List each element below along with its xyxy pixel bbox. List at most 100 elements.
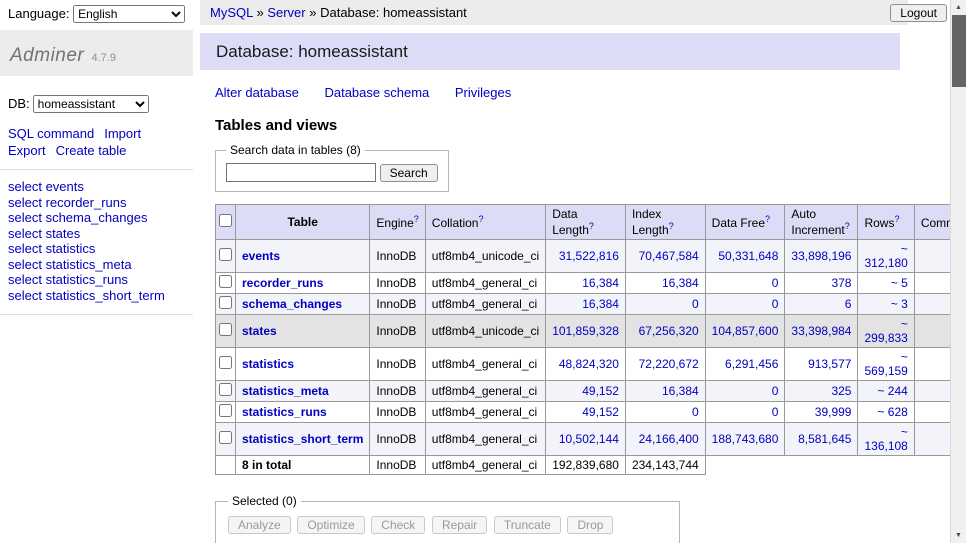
check-button[interactable]: Check: [371, 516, 425, 534]
sql-command-link[interactable]: SQL command: [8, 126, 94, 141]
rows-link[interactable]: ~ 5: [891, 276, 908, 290]
row-checkbox[interactable]: [219, 275, 232, 288]
row-checkbox[interactable]: [219, 323, 232, 336]
data-length-link[interactable]: 49,152: [582, 405, 619, 419]
column-help-link[interactable]: ?: [845, 221, 850, 231]
privileges-link[interactable]: Privileges: [455, 85, 511, 100]
rows-link[interactable]: ~ 628: [877, 405, 907, 419]
data-length-link[interactable]: 48,824,320: [559, 357, 619, 371]
sidebar-table-link[interactable]: select statistics_meta: [8, 257, 132, 272]
rows-link[interactable]: ~ 312,180: [864, 242, 907, 270]
rows-link[interactable]: ~ 569,159: [864, 350, 907, 378]
index-length-link[interactable]: 16,384: [662, 384, 699, 398]
table-row: schema_changesInnoDButf8mb4_general_ci16…: [216, 294, 966, 315]
data-length-link[interactable]: 10,502,144: [559, 432, 619, 446]
breadcrumb-item[interactable]: Server: [267, 5, 305, 20]
table-name-link[interactable]: recorder_runs: [242, 276, 323, 290]
scrollbar[interactable]: ▲ ▼: [950, 0, 966, 543]
index-length-link[interactable]: 72,220,672: [639, 357, 699, 371]
rows-link[interactable]: ~ 244: [877, 384, 907, 398]
row-checkbox[interactable]: [219, 383, 232, 396]
auto-increment-link[interactable]: 33,898,196: [791, 249, 851, 263]
data-free-link[interactable]: 0: [772, 276, 779, 290]
auto-increment-link[interactable]: 378: [831, 276, 851, 290]
data-length-link[interactable]: 101,859,328: [552, 324, 619, 338]
data-free-link[interactable]: 6,291,456: [725, 357, 778, 371]
total-collation-cell: utf8mb4_general_ci: [425, 456, 545, 475]
table-name-link[interactable]: statistics_runs: [242, 405, 327, 419]
auto-increment-link[interactable]: 913,577: [808, 357, 851, 371]
sidebar-table-link[interactable]: select events: [8, 179, 84, 194]
data-free-link[interactable]: 104,857,600: [712, 324, 779, 338]
database-schema-link[interactable]: Database schema: [324, 85, 429, 100]
row-checkbox[interactable]: [219, 404, 232, 417]
scrollbar-up-icon[interactable]: ▲: [951, 0, 966, 15]
search-input[interactable]: [226, 163, 376, 182]
repair-button[interactable]: Repair: [432, 516, 487, 534]
import-link[interactable]: Import: [104, 126, 141, 141]
column-help-link[interactable]: ?: [669, 221, 674, 231]
column-help-link[interactable]: ?: [478, 214, 483, 224]
index-length-link[interactable]: 70,467,584: [639, 249, 699, 263]
data-free-link[interactable]: 0: [772, 405, 779, 419]
index-length-link[interactable]: 0: [692, 297, 699, 311]
truncate-button[interactable]: Truncate: [494, 516, 561, 534]
table-name-link[interactable]: schema_changes: [242, 297, 342, 311]
breadcrumb-separator: »: [306, 5, 320, 20]
row-checkbox[interactable]: [219, 356, 232, 369]
create-table-link-sidebar[interactable]: Create table: [56, 143, 127, 158]
row-checkbox[interactable]: [219, 296, 232, 309]
sidebar-table-link[interactable]: select states: [8, 226, 80, 241]
table-header-row: TableEngine?Collation?Data Length?Index …: [216, 205, 966, 240]
select-all-checkbox[interactable]: [219, 214, 232, 227]
search-button[interactable]: Search: [380, 164, 438, 182]
rows-link[interactable]: ~ 136,108: [864, 425, 907, 453]
column-help-link[interactable]: ?: [414, 214, 419, 224]
optimize-button[interactable]: Optimize: [297, 516, 364, 534]
table-name-link[interactable]: statistics_short_term: [242, 432, 363, 446]
scrollbar-thumb[interactable]: [952, 15, 966, 87]
index-length-link[interactable]: 16,384: [662, 276, 699, 290]
alter-database-link[interactable]: Alter database: [215, 85, 299, 100]
sidebar-table-link[interactable]: select schema_changes: [8, 210, 147, 225]
db-select[interactable]: homeassistant: [33, 95, 149, 113]
column-help-link[interactable]: ?: [894, 214, 899, 224]
drop-button[interactable]: Drop: [567, 516, 613, 534]
auto-increment-link[interactable]: 325: [831, 384, 851, 398]
sidebar-table-link[interactable]: select statistics: [8, 241, 95, 256]
table-name-link[interactable]: states: [242, 324, 277, 338]
data-length-link[interactable]: 16,384: [582, 297, 619, 311]
sidebar-table-link[interactable]: select recorder_runs: [8, 195, 127, 210]
analyze-button[interactable]: Analyze: [228, 516, 291, 534]
scrollbar-down-icon[interactable]: ▼: [951, 528, 966, 543]
data-free-link[interactable]: 0: [772, 384, 779, 398]
export-link[interactable]: Export: [8, 143, 46, 158]
data-length-link[interactable]: 31,522,816: [559, 249, 619, 263]
data-free-link[interactable]: 188,743,680: [712, 432, 779, 446]
column-help-link[interactable]: ?: [765, 214, 770, 224]
table-name-link[interactable]: statistics: [242, 357, 294, 371]
auto-increment-link[interactable]: 39,999: [815, 405, 852, 419]
index-length-link[interactable]: 24,166,400: [639, 432, 699, 446]
logout-button[interactable]: Logout: [890, 4, 947, 22]
data-free-link[interactable]: 50,331,648: [718, 249, 778, 263]
data-free-link[interactable]: 0: [772, 297, 779, 311]
sidebar-table-link[interactable]: select statistics_runs: [8, 272, 128, 287]
auto-increment-link[interactable]: 8,581,645: [798, 432, 851, 446]
data-length-link[interactable]: 16,384: [582, 276, 619, 290]
index-length-link[interactable]: 0: [692, 405, 699, 419]
table-name-link[interactable]: statistics_meta: [242, 384, 329, 398]
column-help-link[interactable]: ?: [589, 221, 594, 231]
row-checkbox[interactable]: [219, 248, 232, 261]
breadcrumb-item[interactable]: MySQL: [210, 5, 253, 20]
table-name-link[interactable]: events: [242, 249, 280, 263]
data-length-link[interactable]: 49,152: [582, 384, 619, 398]
auto-increment-link[interactable]: 6: [845, 297, 852, 311]
row-checkbox[interactable]: [219, 431, 232, 444]
index-length-link[interactable]: 67,256,320: [639, 324, 699, 338]
row-checkbox-cell: [216, 402, 236, 423]
rows-link[interactable]: ~ 3: [891, 297, 908, 311]
sidebar-table-link[interactable]: select statistics_short_term: [8, 288, 165, 303]
rows-link[interactable]: ~ 299,833: [864, 317, 907, 345]
auto-increment-link[interactable]: 33,398,984: [791, 324, 851, 338]
